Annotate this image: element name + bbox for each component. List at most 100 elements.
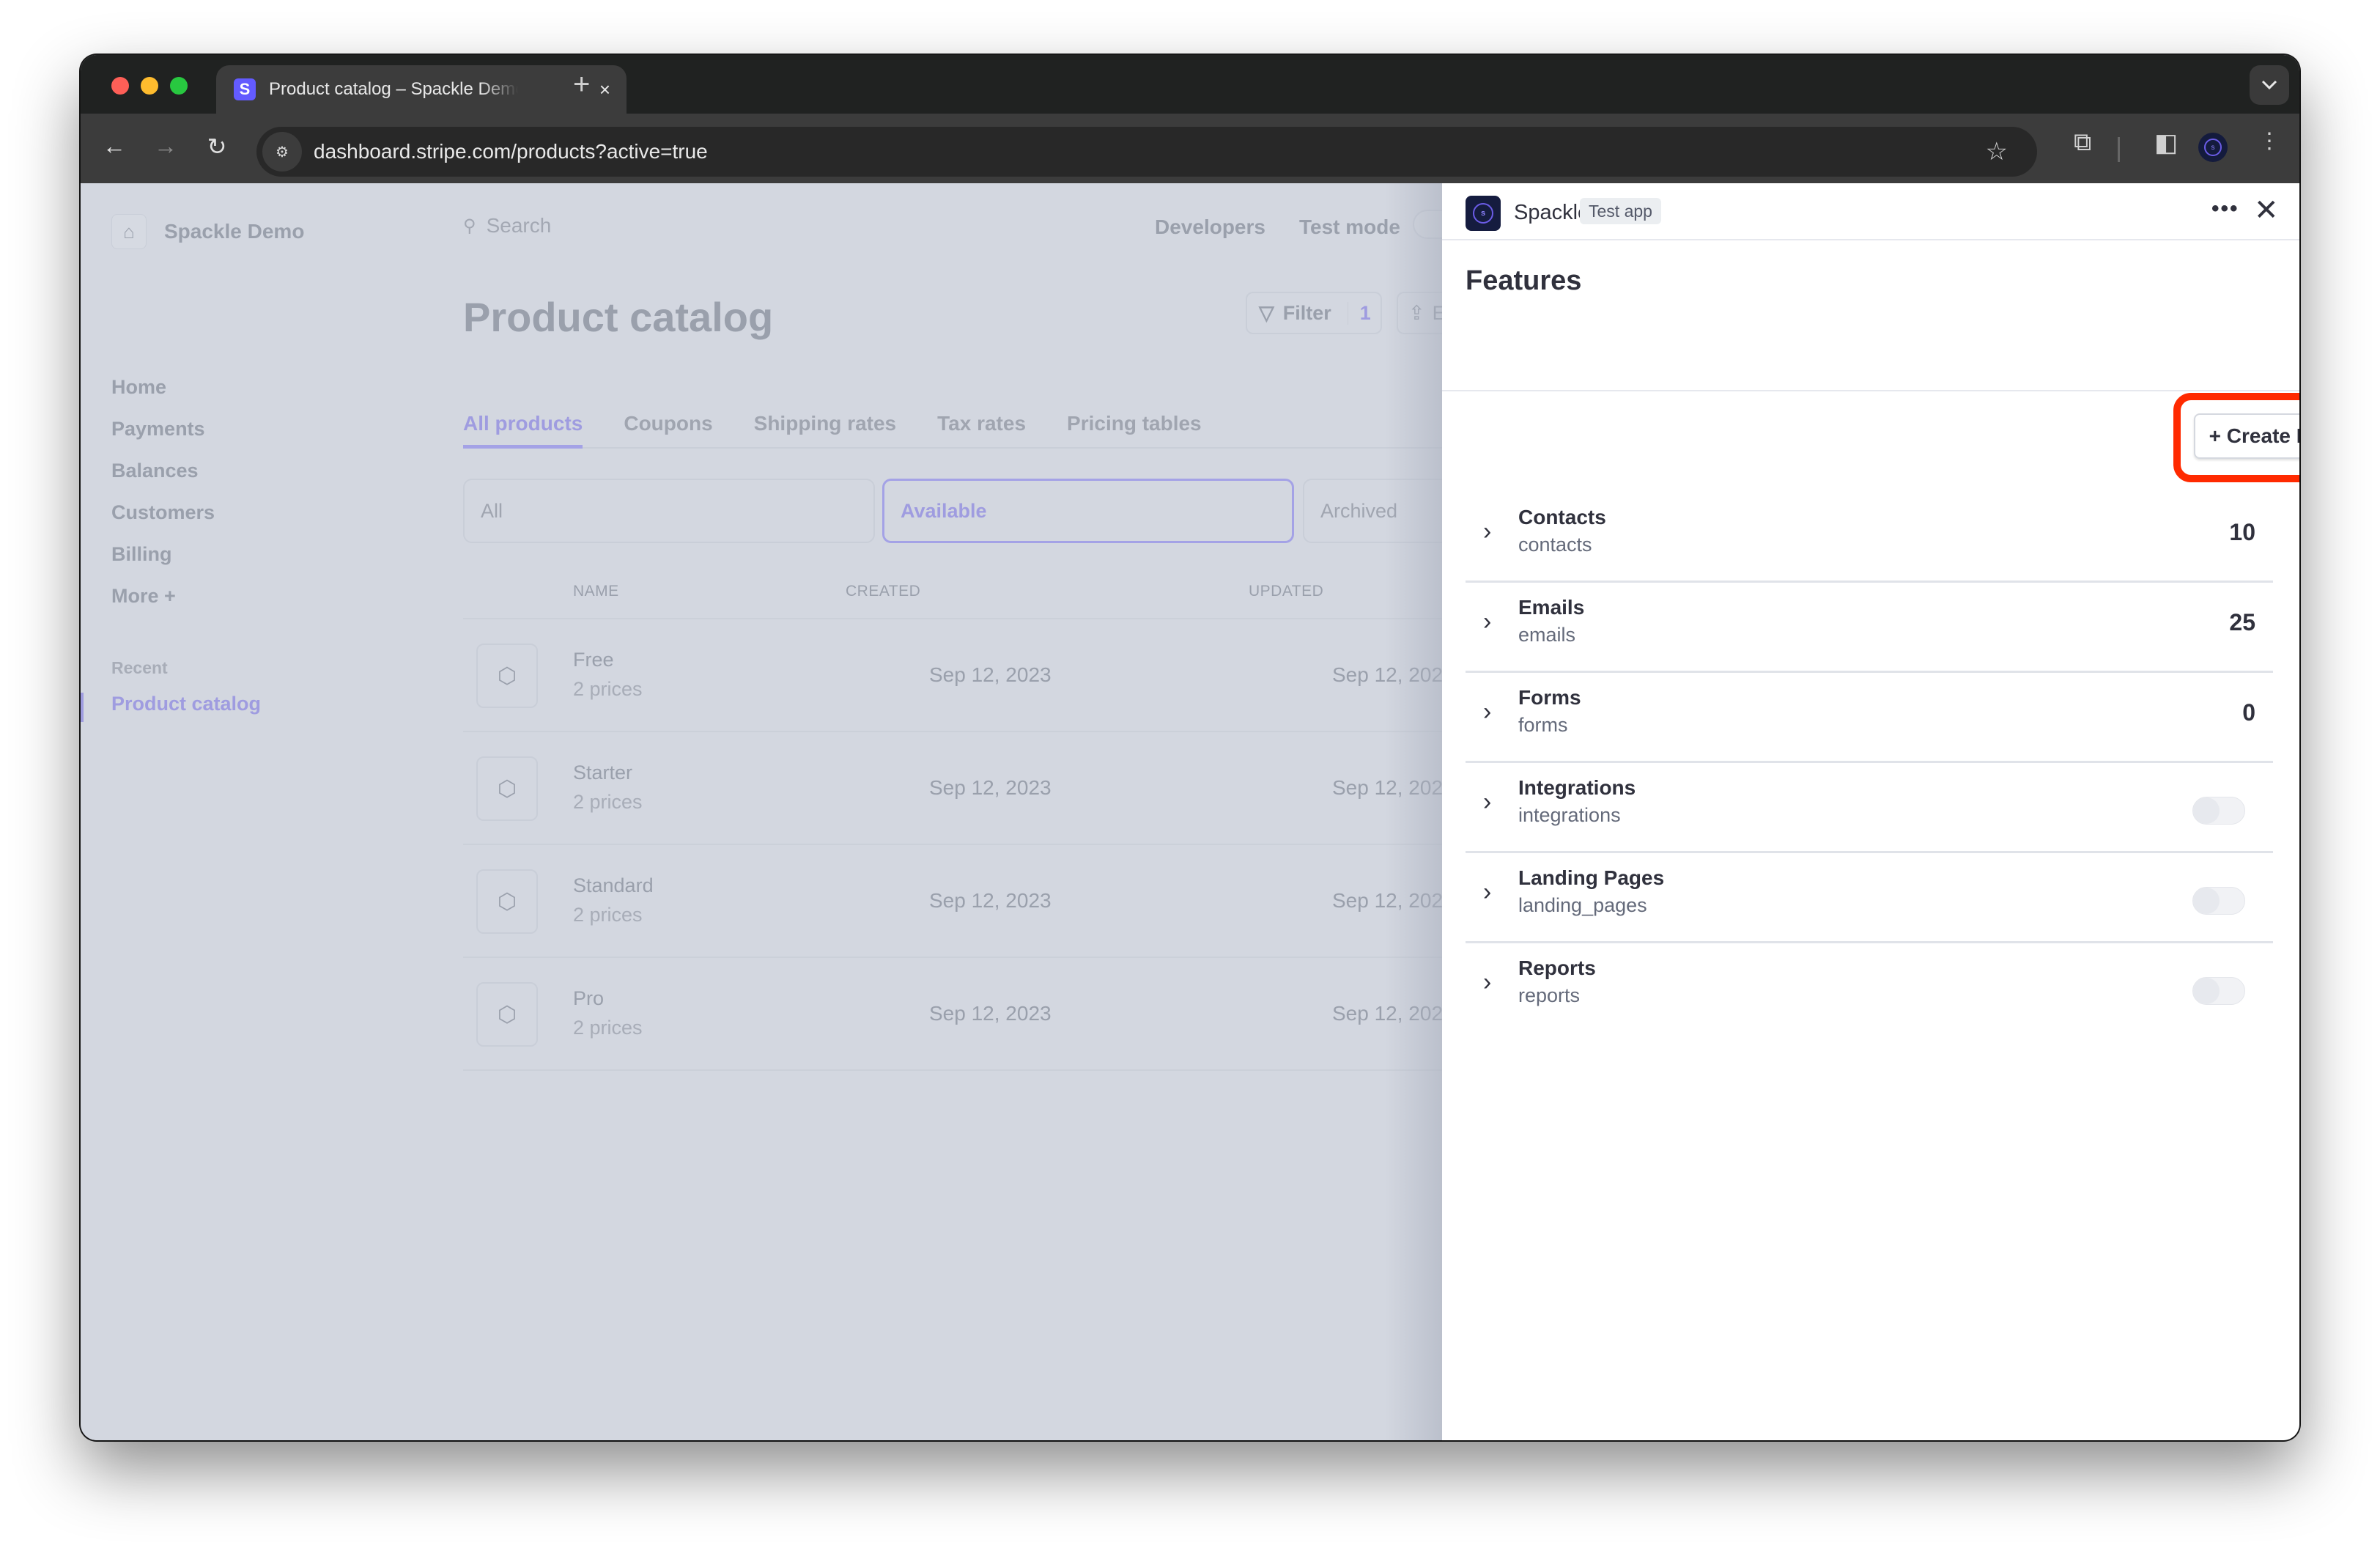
- column-header-updated[interactable]: UPDATED: [1249, 583, 1323, 600]
- filter-button[interactable]: ▽ Filter 1: [1246, 292, 1382, 334]
- tab-all-products[interactable]: All products: [463, 412, 583, 449]
- feature-row-forms[interactable]: › Forms forms 0: [1466, 673, 2273, 763]
- stripe-favicon-icon: S: [234, 78, 256, 100]
- feature-limit-value: 25: [2229, 609, 2255, 635]
- minimize-window-button[interactable]: [141, 77, 158, 95]
- recent-section-label: Recent: [111, 658, 168, 677]
- sidebar-item-more[interactable]: More +: [111, 575, 215, 617]
- table-row[interactable]: ⬡ Starter 2 prices Sep 12, 2023 Sep 12, …: [463, 732, 1489, 845]
- column-header-created[interactable]: CREATED: [846, 583, 920, 600]
- features-heading: Features: [1466, 265, 1582, 296]
- filter-label: Filter: [1282, 301, 1331, 324]
- feature-name: Contacts: [1518, 506, 1606, 528]
- feature-row-reports[interactable]: › Reports reports: [1466, 943, 2273, 1033]
- bookmark-star-icon[interactable]: ☆: [1986, 137, 2008, 166]
- product-box-icon: ⬡: [476, 644, 538, 708]
- sidebar-item-payments[interactable]: Payments: [111, 408, 215, 450]
- table-row[interactable]: ⬡ Standard 2 prices Sep 12, 2023 Sep 12,…: [463, 845, 1489, 958]
- segment-all[interactable]: All: [463, 479, 875, 543]
- feature-name: Emails: [1518, 596, 1585, 619]
- feature-key: landing_pages: [1518, 894, 1647, 916]
- dashboard-page: ⌂ Spackle Demo Home Payments Balances Cu…: [81, 183, 1523, 1440]
- feature-toggle[interactable]: [2192, 977, 2245, 1005]
- account-switcher[interactable]: ⌂ Spackle Demo: [111, 214, 304, 249]
- new-tab-button[interactable]: +: [573, 68, 590, 101]
- feature-key: integrations: [1518, 804, 1621, 826]
- product-tabs: All products Coupons Shipping rates Tax …: [463, 412, 1489, 449]
- extensions-icon[interactable]: ⧉: [2074, 128, 2091, 157]
- feature-list: › Contacts contacts 10 › Emails emails 2…: [1466, 493, 2273, 1033]
- column-header-name[interactable]: NAME: [573, 583, 619, 600]
- forward-button[interactable]: →: [151, 133, 180, 160]
- chevron-right-icon[interactable]: ›: [1483, 968, 1491, 997]
- drawer-divider: [1442, 390, 2299, 391]
- chevron-right-icon[interactable]: ›: [1483, 517, 1491, 546]
- product-box-icon: ⬡: [476, 869, 538, 934]
- segment-available[interactable]: Available: [882, 479, 1294, 543]
- more-options-icon[interactable]: •••: [2211, 196, 2239, 221]
- search-input[interactable]: ⚲ Search: [463, 214, 551, 237]
- product-prices: 2 prices: [573, 1017, 643, 1039]
- product-created: Sep 12, 2023: [929, 889, 1052, 912]
- product-box-icon: ⬡: [476, 756, 538, 821]
- tab-bar: S Product catalog – Spackle Demo × +: [81, 55, 2299, 114]
- developers-link[interactable]: Developers: [1155, 215, 1265, 239]
- overlay-shadow: [1385, 183, 1444, 1440]
- feature-key: forms: [1518, 714, 1568, 736]
- reload-button[interactable]: ↻: [202, 133, 232, 161]
- sidebar-item-customers[interactable]: Customers: [111, 492, 215, 534]
- sidebar-item-billing[interactable]: Billing: [111, 534, 215, 575]
- site-settings-icon[interactable]: ⚙: [262, 132, 302, 172]
- recent-item-product-catalog[interactable]: Product catalog: [111, 693, 261, 715]
- tab-coupons[interactable]: Coupons: [624, 412, 712, 449]
- close-tab-icon[interactable]: ×: [599, 78, 610, 101]
- sidebar-item-balances[interactable]: Balances: [111, 450, 215, 492]
- feature-key: emails: [1518, 624, 1576, 646]
- profile-avatar[interactable]: s: [2198, 133, 2228, 162]
- product-created: Sep 12, 2023: [929, 663, 1052, 686]
- address-bar[interactable]: ⚙ dashboard.stripe.com/products?active=t…: [256, 127, 2037, 177]
- store-icon: ⌂: [111, 214, 147, 249]
- filter-icon: ▽: [1259, 301, 1274, 324]
- tab-search-button[interactable]: [2250, 65, 2289, 105]
- close-window-button[interactable]: [111, 77, 129, 95]
- url-text[interactable]: dashboard.stripe.com/products?active=tru…: [314, 140, 708, 163]
- side-panel-icon[interactable]: ◧: [2154, 128, 2178, 158]
- tab-tax-rates[interactable]: Tax rates: [937, 412, 1026, 449]
- chevron-right-icon[interactable]: ›: [1483, 788, 1491, 817]
- browser-tab[interactable]: S Product catalog – Spackle Demo ×: [216, 65, 627, 114]
- maximize-window-button[interactable]: [170, 77, 188, 95]
- feature-row-integrations[interactable]: › Integrations integrations: [1466, 763, 2273, 853]
- feature-name: Landing Pages: [1518, 866, 1665, 889]
- filter-count-badge: 1: [1347, 301, 1371, 325]
- spackle-logo-icon: s: [1473, 203, 1493, 224]
- table-row[interactable]: ⬡ Free 2 prices Sep 12, 2023 Sep 12, 202…: [463, 619, 1489, 732]
- chevron-right-icon[interactable]: ›: [1483, 878, 1491, 907]
- test-app-badge: Test app: [1580, 198, 1661, 224]
- tab-title: Product catalog – Spackle Demo: [269, 79, 518, 99]
- back-button[interactable]: ←: [100, 133, 129, 160]
- spackle-app-logo: s: [1466, 196, 1501, 231]
- product-prices: 2 prices: [573, 791, 643, 813]
- feature-toggle[interactable]: [2192, 887, 2245, 915]
- table-row[interactable]: ⬡ Pro 2 prices Sep 12, 2023 Sep 12, 2023: [463, 958, 1489, 1071]
- browser-window: S Product catalog – Spackle Demo × + ← →…: [81, 55, 2299, 1440]
- feature-row-contacts[interactable]: › Contacts contacts 10: [1466, 493, 2273, 583]
- top-links: Developers Test mode: [1155, 215, 1400, 239]
- search-icon: ⚲: [463, 215, 476, 236]
- active-indicator: [81, 693, 84, 722]
- tab-pricing-tables[interactable]: Pricing tables: [1067, 412, 1202, 449]
- feature-toggle[interactable]: [2192, 797, 2245, 825]
- chevron-right-icon[interactable]: ›: [1483, 608, 1491, 636]
- chevron-right-icon[interactable]: ›: [1483, 698, 1491, 726]
- sidebar-item-home[interactable]: Home: [111, 366, 215, 408]
- product-name: Standard: [573, 874, 654, 896]
- tab-shipping-rates[interactable]: Shipping rates: [754, 412, 896, 449]
- close-drawer-icon[interactable]: ✕: [2254, 194, 2279, 227]
- page-title: Product catalog: [463, 294, 774, 340]
- feature-row-landing-pages[interactable]: › Landing Pages landing_pages: [1466, 853, 2273, 943]
- app-drawer: s Spackle Test app ••• ✕ Features + Crea…: [1442, 183, 2299, 1440]
- create-new-button[interactable]: + Create New: [2194, 413, 2299, 459]
- browser-menu-icon[interactable]: ⋮: [2258, 128, 2280, 154]
- feature-row-emails[interactable]: › Emails emails 25: [1466, 583, 2273, 673]
